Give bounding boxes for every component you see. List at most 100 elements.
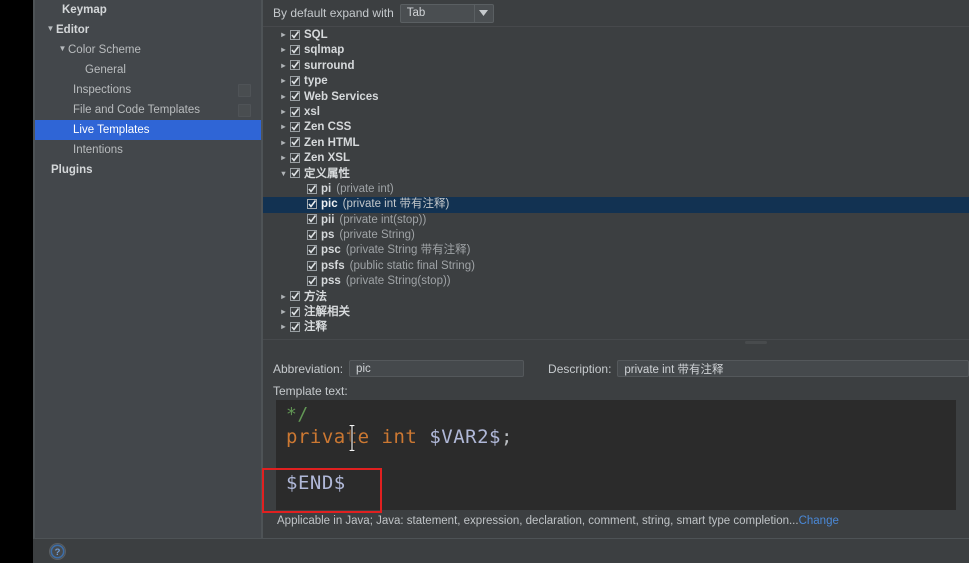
checkbox-checked-icon[interactable] bbox=[290, 152, 300, 163]
sidebar-item-keymap[interactable]: Keymap bbox=[33, 0, 261, 20]
chevron-right-icon[interactable]: ► bbox=[277, 73, 290, 88]
tree-row[interactable]: ► sqlmap bbox=[263, 43, 969, 58]
chevron-right-icon[interactable]: ► bbox=[277, 289, 290, 304]
checkbox-checked-icon[interactable] bbox=[290, 75, 300, 86]
sidebar-item-color-scheme[interactable]: ▼ Color Scheme bbox=[33, 40, 261, 60]
tree-row[interactable]: pii (private int(stop)) bbox=[263, 213, 969, 228]
checkbox-checked-icon[interactable] bbox=[307, 199, 317, 209]
settings-sidebar: Keymap ▼ Editor ▼ Color Scheme General Ins… bbox=[33, 0, 261, 538]
chevron-right-icon[interactable]: ► bbox=[277, 304, 290, 319]
tree-row-desc: (public static final String) bbox=[349, 259, 475, 272]
checkbox-checked-icon[interactable] bbox=[290, 29, 300, 40]
chevron-right-icon[interactable]: ► bbox=[277, 135, 290, 150]
tree-row[interactable]: ► surround bbox=[263, 59, 969, 74]
tree-row-desc: (private String 带有注释) bbox=[345, 244, 471, 257]
tree-row[interactable]: ► Zen XSL bbox=[263, 151, 969, 166]
chevron-right-icon[interactable]: ► bbox=[277, 319, 290, 334]
tree-row-name: type bbox=[304, 75, 328, 88]
checkbox-checked-icon[interactable] bbox=[290, 106, 300, 117]
sidebar-item-intentions[interactable]: Intentions bbox=[33, 140, 261, 160]
sidebar-item-label: File and Code Templates bbox=[73, 104, 200, 116]
template-groups-tree[interactable]: ► SQL ► sqlmap ► surround ► type ► Web Servic… bbox=[263, 28, 969, 338]
keyword-int: int bbox=[381, 426, 418, 448]
tree-row[interactable]: ► SQL bbox=[263, 28, 969, 43]
splitter-line bbox=[263, 339, 969, 340]
checkbox-checked-icon[interactable] bbox=[307, 229, 317, 240]
checkbox-checked-icon[interactable] bbox=[290, 122, 300, 133]
sidebar-item-file-and-code-templates[interactable]: File and Code Templates bbox=[33, 100, 261, 120]
tree-row-name: psc bbox=[321, 244, 341, 257]
chevron-right-icon[interactable]: ► bbox=[277, 58, 290, 73]
tree-row[interactable]: ► Zen CSS bbox=[263, 120, 969, 135]
copy-scheme-icon bbox=[238, 84, 251, 97]
tree-row-name: 定义属性 bbox=[304, 167, 350, 180]
tree-row[interactable]: psfs (public static final String) bbox=[263, 259, 969, 274]
checkbox-checked-icon[interactable] bbox=[290, 91, 300, 102]
tree-row[interactable]: pss (private String(stop)) bbox=[263, 274, 969, 289]
tree-row-group-expanded[interactable]: ▼ 定义属性 bbox=[263, 167, 969, 182]
tree-row[interactable]: ► 注解相关 bbox=[263, 305, 969, 320]
expand-with-label: By default expand with bbox=[273, 6, 394, 20]
help-icon[interactable]: ? bbox=[49, 543, 66, 560]
sidebar-item-plugins[interactable]: Plugins bbox=[33, 160, 261, 180]
tree-row-name: pss bbox=[321, 275, 341, 288]
tree-row-name: surround bbox=[304, 59, 355, 72]
checkbox-checked-icon[interactable] bbox=[307, 260, 317, 271]
chevron-down-icon[interactable] bbox=[473, 4, 493, 22]
sidebar-item-inspections[interactable]: Inspections bbox=[33, 80, 261, 100]
chevron-right-icon[interactable]: ► bbox=[277, 28, 290, 42]
chevron-right-icon[interactable]: ► bbox=[277, 119, 290, 134]
tree-row[interactable]: ► type bbox=[263, 74, 969, 89]
template-text-editor[interactable]: */ private int $VAR2$; $END$ bbox=[276, 400, 956, 510]
tree-row[interactable]: ► Zen HTML bbox=[263, 136, 969, 151]
tree-row[interactable]: pi (private int) bbox=[263, 182, 969, 197]
tree-row-name: 注解相关 bbox=[304, 306, 350, 319]
checkbox-checked-icon[interactable] bbox=[290, 322, 300, 333]
description-input[interactable]: private int 带有注释 bbox=[617, 360, 969, 377]
tree-row[interactable]: psc (private String 带有注释) bbox=[263, 243, 969, 258]
checkbox-checked-icon[interactable] bbox=[307, 275, 317, 286]
tree-row[interactable]: ► xsl bbox=[263, 105, 969, 120]
dialog-bottom-bar: ? bbox=[33, 538, 969, 563]
tree-row[interactable]: ► 方法 bbox=[263, 290, 969, 305]
tree-row-desc: (private String) bbox=[339, 229, 415, 242]
checkbox-checked-icon[interactable] bbox=[307, 214, 317, 225]
tree-row[interactable]: ps (private String) bbox=[263, 228, 969, 243]
expand-with-dropdown[interactable]: Tab bbox=[399, 3, 494, 23]
sidebar-item-live-templates[interactable]: Live Templates bbox=[33, 120, 261, 140]
sidebar-item-general[interactable]: General bbox=[33, 60, 261, 80]
tree-row-selected[interactable]: pic (private int 带有注释) bbox=[263, 197, 969, 213]
change-context-link[interactable]: Change bbox=[799, 515, 839, 527]
tree-row[interactable]: ► Web Services bbox=[263, 90, 969, 105]
tree-row[interactable]: ► 注释 bbox=[263, 320, 969, 335]
toolbar-divider bbox=[263, 26, 969, 27]
chevron-right-icon[interactable]: ► bbox=[277, 104, 290, 119]
checkbox-checked-icon[interactable] bbox=[307, 183, 317, 194]
splitter-grip-handle[interactable] bbox=[745, 341, 767, 344]
checkbox-checked-icon[interactable] bbox=[290, 306, 300, 317]
checkbox-checked-icon[interactable] bbox=[290, 168, 300, 179]
panel-splitter[interactable] bbox=[263, 339, 969, 346]
checkbox-checked-icon[interactable] bbox=[290, 137, 300, 148]
tree-row-name: Zen HTML bbox=[304, 136, 360, 149]
checkbox-checked-icon[interactable] bbox=[290, 45, 300, 56]
tree-row-name: pic bbox=[321, 198, 338, 211]
checkbox-checked-icon[interactable] bbox=[307, 245, 317, 256]
sidebar-left-divider bbox=[33, 0, 35, 538]
abbreviation-label: Abbreviation: bbox=[273, 361, 344, 376]
tree-row-desc: (private int 带有注释) bbox=[342, 198, 450, 211]
chevron-right-icon[interactable]: ► bbox=[277, 42, 290, 57]
template-meta-row: Abbreviation: pic Description: private i… bbox=[273, 359, 969, 378]
checkbox-checked-icon[interactable] bbox=[290, 291, 300, 302]
chevron-down-icon[interactable]: ▼ bbox=[277, 166, 290, 181]
chevron-right-icon[interactable]: ► bbox=[277, 150, 290, 165]
sidebar-item-label: Plugins bbox=[51, 164, 93, 176]
abbreviation-input[interactable]: pic bbox=[349, 360, 525, 377]
semicolon: ; bbox=[500, 426, 513, 448]
checkbox-checked-icon[interactable] bbox=[290, 60, 300, 71]
chevron-right-icon[interactable]: ► bbox=[277, 89, 290, 104]
sidebar-item-editor[interactable]: ▼ Editor bbox=[33, 20, 261, 40]
sidebar-item-label: Editor bbox=[56, 24, 90, 36]
